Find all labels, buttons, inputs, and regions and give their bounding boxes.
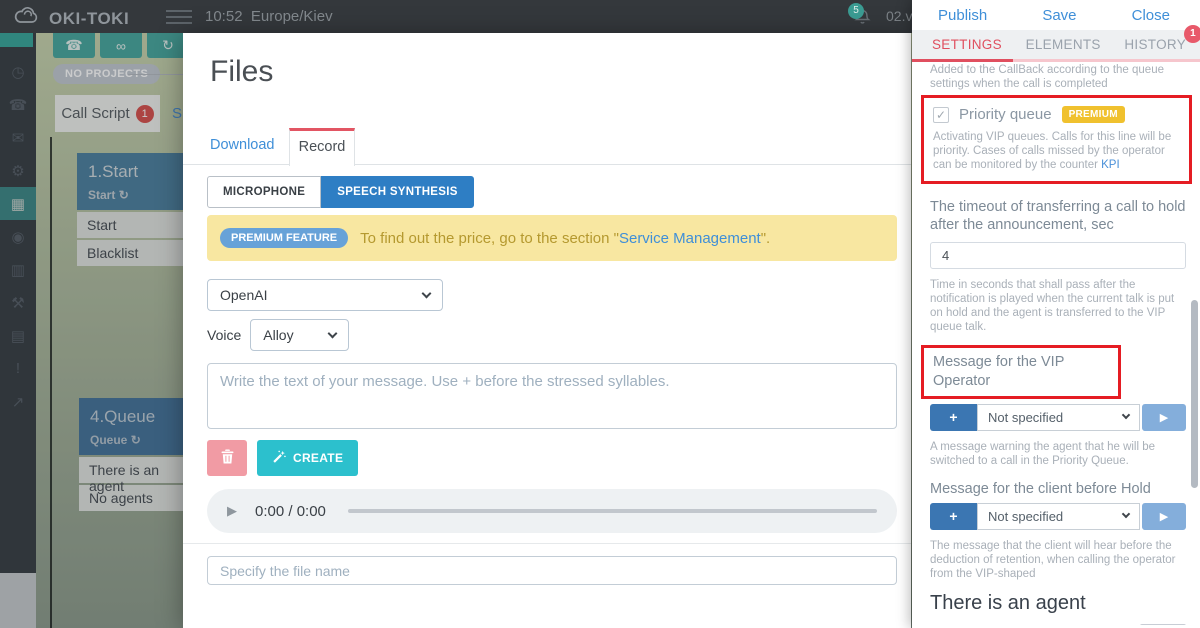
client-message-label: Message for the client before Hold bbox=[930, 480, 1151, 497]
vip-message-label-highlight: Message for the VIP Operator bbox=[921, 345, 1121, 399]
vip-play-button[interactable]: ▶ bbox=[1142, 403, 1186, 431]
callback-note: Added to the CallBack according to the q… bbox=[930, 64, 1164, 91]
client-message-value: Not specified bbox=[988, 508, 1064, 524]
divider bbox=[183, 543, 911, 544]
priority-queue-highlight-box: ✓ Priority queue PREMIUM Activating VIP … bbox=[921, 95, 1192, 185]
timeout-label: The timeout of transferring a call to ho… bbox=[930, 199, 1186, 234]
delete-button[interactable] bbox=[207, 440, 247, 476]
premium-banner: PREMIUM FEATURE To find out the price, g… bbox=[207, 215, 897, 261]
tab-download[interactable]: Download bbox=[210, 137, 275, 153]
magic-wand-icon bbox=[272, 450, 286, 467]
tts-engine-value: OpenAI bbox=[220, 287, 268, 303]
timeout-description: Time in seconds that shall pass after th… bbox=[930, 279, 1175, 334]
publish-button[interactable]: Publish bbox=[938, 7, 987, 24]
save-button[interactable]: Save bbox=[1042, 7, 1076, 24]
tab-elements[interactable]: ELEMENTS bbox=[1026, 37, 1101, 52]
vip-message-controls: + Not specified ▶ bbox=[930, 403, 1186, 431]
play-icon[interactable]: ▶ bbox=[227, 503, 237, 519]
chevron-down-icon bbox=[1121, 410, 1131, 420]
speech-synthesis-button[interactable]: SPEECH SYNTHESIS bbox=[321, 176, 474, 208]
priority-queue-checkbox[interactable]: ✓ bbox=[933, 106, 949, 123]
premium-badge: PREMIUM bbox=[1061, 106, 1125, 124]
settings-scroll-area: Added to the CallBack according to the q… bbox=[912, 62, 1200, 625]
voice-label: Voice bbox=[207, 327, 242, 343]
priority-queue-label: Priority queue bbox=[959, 106, 1052, 124]
client-message-description: The message that the client will hear be… bbox=[930, 539, 1176, 580]
app-screen: OKI-TOKI 10:52 Europe/Kiev 5 02.v ◷ ☎ ✉ … bbox=[0, 0, 1200, 628]
files-modal: Files Download Record MICROPHONE SPEECH … bbox=[183, 33, 911, 628]
audio-player: ▶ 0:00 / 0:00 bbox=[207, 489, 897, 533]
quit-badge: QUIT bbox=[1139, 623, 1186, 625]
player-seek-bar[interactable] bbox=[347, 509, 877, 513]
settings-panel: Publish Save Close SETTINGS ELEMENTS HIS… bbox=[912, 0, 1200, 628]
panel-action-bar: Publish Save Close bbox=[912, 0, 1200, 30]
tab-history[interactable]: HISTORY 1 bbox=[1124, 25, 1200, 52]
chevron-down-icon bbox=[1121, 510, 1131, 519]
close-button[interactable]: Close bbox=[1132, 7, 1170, 24]
notifications-button[interactable]: 5 bbox=[848, 3, 872, 31]
panel-scrollbar-thumb[interactable] bbox=[1191, 300, 1198, 488]
service-management-link[interactable]: Service Management bbox=[619, 230, 761, 247]
create-button[interactable]: CREATE bbox=[257, 440, 359, 476]
brand-name: OKI-TOKI bbox=[49, 8, 130, 28]
client-add-button[interactable]: + bbox=[930, 502, 977, 530]
vip-message-value: Not specified bbox=[988, 409, 1064, 425]
chevron-down-icon bbox=[421, 288, 432, 298]
quit-divider-row: QUIT bbox=[930, 623, 1186, 625]
client-message-controls: + Not specified ▶ bbox=[930, 502, 1186, 530]
voice-select[interactable]: Alloy bbox=[250, 319, 350, 351]
menu-toggle-icon[interactable] bbox=[166, 10, 192, 28]
tab-record[interactable]: Record bbox=[289, 128, 355, 166]
client-message-select[interactable]: Not specified bbox=[977, 502, 1140, 530]
clock: 10:52 Europe/Kiev bbox=[205, 8, 333, 25]
vip-message-description: A message warning the agent that he will… bbox=[930, 440, 1156, 467]
microphone-button[interactable]: MICROPHONE bbox=[207, 176, 322, 208]
notifications-count-badge: 5 bbox=[848, 3, 864, 19]
client-play-button[interactable]: ▶ bbox=[1142, 502, 1186, 530]
history-count-badge: 1 bbox=[1184, 25, 1200, 43]
voice-value: Alloy bbox=[263, 327, 294, 343]
chevron-down-icon bbox=[327, 328, 338, 338]
trash-icon bbox=[221, 449, 234, 467]
filename-input[interactable] bbox=[207, 556, 897, 585]
priority-queue-description: Activating VIP queues. Calls for this li… bbox=[933, 131, 1172, 172]
premium-banner-text: To find out the price, go to the section… bbox=[360, 229, 771, 247]
brand-logo[interactable]: OKI-TOKI bbox=[12, 6, 129, 31]
timeout-input[interactable] bbox=[930, 242, 1186, 270]
vip-add-button[interactable]: + bbox=[930, 403, 977, 431]
vip-message-select[interactable]: Not specified bbox=[977, 403, 1140, 431]
top-header: OKI-TOKI 10:52 Europe/Kiev 5 02.v bbox=[0, 0, 912, 33]
message-text-input[interactable] bbox=[207, 363, 897, 429]
panel-tab-bar: SETTINGS ELEMENTS HISTORY 1 bbox=[912, 25, 1200, 62]
timezone-value: Europe/Kiev bbox=[250, 8, 333, 25]
header-clipped-text: 02.v bbox=[886, 8, 912, 24]
modal-action-buttons: CREATE bbox=[207, 440, 359, 476]
tts-engine-select[interactable]: OpenAI bbox=[207, 279, 443, 311]
player-time: 0:00 / 0:00 bbox=[255, 502, 326, 520]
record-mode-switch: MICROPHONE SPEECH SYNTHESIS bbox=[207, 176, 474, 208]
modal-title: Files bbox=[210, 55, 274, 88]
kpi-link[interactable]: KPI bbox=[1101, 159, 1120, 171]
modal-tab-bar: Download Record bbox=[183, 128, 911, 166]
tab-settings[interactable]: SETTINGS bbox=[932, 37, 1002, 52]
cloud-logo-icon bbox=[12, 6, 42, 31]
premium-feature-badge: PREMIUM FEATURE bbox=[220, 228, 349, 248]
voice-row: Voice Alloy bbox=[207, 319, 350, 351]
create-button-label: CREATE bbox=[293, 451, 344, 465]
time-value: 10:52 bbox=[205, 8, 243, 25]
agent-section-heading: There is an agent bbox=[930, 591, 1086, 614]
check-icon: ✓ bbox=[935, 107, 947, 122]
